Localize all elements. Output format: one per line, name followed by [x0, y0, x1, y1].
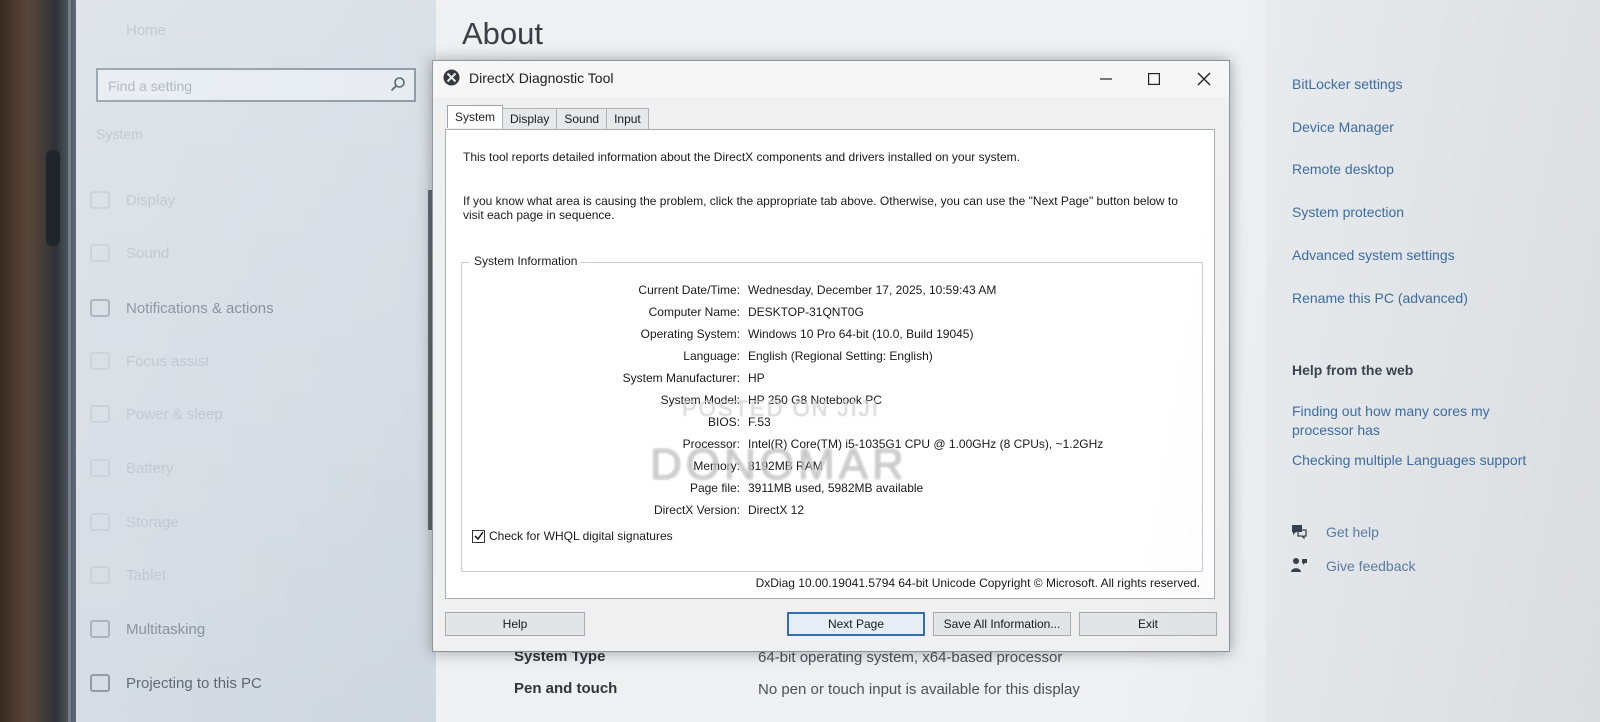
sound-icon — [90, 244, 110, 262]
dxdiag-window: DirectX Diagnostic Tool System Display S… — [432, 60, 1230, 652]
nav-home[interactable]: Home — [126, 22, 166, 39]
tab-system[interactable]: System — [447, 105, 504, 128]
screen: Home System Display Sound Notifications … — [76, 0, 1600, 722]
search-icon[interactable] — [390, 76, 406, 92]
info-value: Wednesday, December 17, 2025, 10:59:43 A… — [748, 283, 997, 297]
dxdiag-app-icon — [443, 69, 460, 86]
get-help-icon — [1292, 525, 1307, 539]
close-button[interactable] — [1181, 65, 1227, 93]
spec-label-pen-touch: Pen and touch — [514, 680, 618, 697]
projecting-icon — [90, 674, 110, 692]
minimize-button[interactable] — [1083, 65, 1129, 93]
bezel-hinge — [46, 150, 60, 246]
page-title: About — [462, 16, 544, 51]
multitasking-icon — [90, 620, 110, 638]
info-label: Operating System: — [640, 327, 740, 341]
info-value: DESKTOP-31QNT0G — [748, 305, 864, 319]
info-row-manufacturer: System Manufacturer: HP — [462, 371, 1202, 389]
copyright-text: DxDiag 10.00.19041.5794 64-bit Unicode C… — [755, 576, 1200, 590]
tab-display[interactable]: Display — [502, 108, 558, 129]
info-row-language: Language: English (Regional Setting: Eng… — [462, 349, 1202, 367]
nav-item-tablet[interactable]: Tablet — [90, 561, 420, 589]
whql-checkbox-row[interactable]: Check for WHQL digital signatures — [472, 529, 673, 543]
help-heading: Help from the web — [1292, 362, 1414, 378]
save-all-information-button[interactable]: Save All Information... — [933, 612, 1071, 636]
nav-item-multitasking[interactable]: Multitasking — [90, 615, 420, 643]
dxdiag-title: DirectX Diagnostic Tool — [469, 70, 614, 86]
nav-item-display[interactable]: Display — [90, 186, 420, 214]
info-value: Windows 10 Pro 64-bit (10.0, Build 19045… — [748, 327, 974, 341]
help-button[interactable]: Help — [445, 612, 585, 636]
info-row-directx-version: DirectX Version: DirectX 12 — [462, 503, 1202, 521]
give-feedback-link[interactable]: Give feedback — [1326, 558, 1416, 574]
search-input[interactable] — [106, 75, 380, 97]
watermark-seller: DONOMAR — [650, 440, 908, 489]
notifications-icon — [90, 299, 110, 317]
link-languages-help[interactable]: Checking multiple Languages support — [1292, 452, 1526, 468]
settings-search-box[interactable] — [96, 68, 416, 102]
dxdiag-titlebar[interactable]: DirectX Diagnostic Tool — [433, 61, 1229, 97]
power-icon — [90, 405, 110, 423]
info-label: System Manufacturer: — [622, 371, 740, 385]
info-label: Current Date/Time: — [638, 283, 740, 297]
related-settings-panel: BitLocker settings Device Manager Remote… — [1266, 0, 1600, 722]
focus-assist-icon — [90, 352, 110, 370]
battery-icon — [90, 459, 110, 477]
info-label: DirectX Version: — [653, 503, 740, 517]
link-system-protection[interactable]: System protection — [1292, 204, 1404, 220]
minimize-icon — [1100, 78, 1112, 80]
exit-button[interactable]: Exit — [1079, 612, 1217, 636]
info-label: Computer Name: — [648, 305, 740, 319]
nav-item-sound[interactable]: Sound — [90, 239, 420, 267]
get-help-link[interactable]: Get help — [1326, 524, 1379, 540]
nav-item-projecting[interactable]: Projecting to this PC — [90, 669, 420, 697]
display-icon — [90, 191, 110, 209]
link-device-manager[interactable]: Device Manager — [1292, 119, 1394, 135]
group-title: System Information — [470, 254, 582, 268]
link-remote-desktop[interactable]: Remote desktop — [1292, 161, 1394, 177]
info-value: English (Regional Setting: English) — [748, 349, 933, 363]
info-label: Language: — [683, 349, 740, 363]
nav-item-notifications[interactable]: Notifications & actions — [90, 294, 420, 322]
info-row-computer-name: Computer Name: DESKTOP-31QNT0G — [462, 305, 1202, 323]
settings-sidebar: Home System Display Sound Notifications … — [76, 0, 436, 722]
nav-item-battery[interactable]: Battery — [90, 454, 420, 482]
maximize-icon — [1148, 73, 1160, 85]
link-rename-pc[interactable]: Rename this PC (advanced) — [1292, 290, 1468, 306]
tab-sound[interactable]: Sound — [556, 108, 608, 129]
next-page-button[interactable]: Next Page — [787, 612, 925, 636]
instructions-text: If you know what area is causing the pro… — [463, 194, 1178, 222]
nav-item-storage[interactable]: Storage — [90, 508, 420, 536]
info-value: HP — [748, 371, 765, 385]
link-cores-help[interactable]: Finding out how many cores my processor … — [1292, 402, 1542, 440]
tablet-icon — [90, 566, 110, 584]
nav-item-power-sleep[interactable]: Power & sleep — [90, 400, 420, 428]
system-tab-panel: This tool reports detailed information a… — [445, 129, 1215, 599]
give-feedback-icon — [1291, 558, 1307, 572]
info-row-datetime: Current Date/Time: Wednesday, December 1… — [462, 283, 1202, 301]
section-label: System — [96, 126, 143, 142]
link-advanced-system-settings[interactable]: Advanced system settings — [1292, 247, 1455, 263]
whql-checkbox[interactable] — [472, 529, 485, 543]
dxdiag-tabs: System Display Sound Input — [447, 105, 649, 130]
whql-checkbox-label[interactable]: Check for WHQL digital signatures — [489, 529, 673, 543]
spec-value-pen-touch: No pen or touch input is available for t… — [758, 681, 1080, 698]
bezel-edge — [68, 0, 71, 722]
tab-input[interactable]: Input — [606, 108, 649, 129]
info-value: DirectX 12 — [748, 503, 805, 517]
close-icon — [1197, 72, 1211, 86]
nav-item-focus-assist[interactable]: Focus assist — [90, 347, 420, 375]
maximize-button[interactable] — [1131, 65, 1177, 93]
watermark-posted-on: POSTED ON JIJI — [682, 396, 880, 421]
checkmark-icon — [473, 531, 484, 541]
storage-icon — [90, 513, 110, 531]
info-row-os: Operating System: Windows 10 Pro 64-bit … — [462, 327, 1202, 345]
intro-text: This tool reports detailed information a… — [463, 150, 1020, 164]
link-bitlocker[interactable]: BitLocker settings — [1292, 76, 1403, 92]
